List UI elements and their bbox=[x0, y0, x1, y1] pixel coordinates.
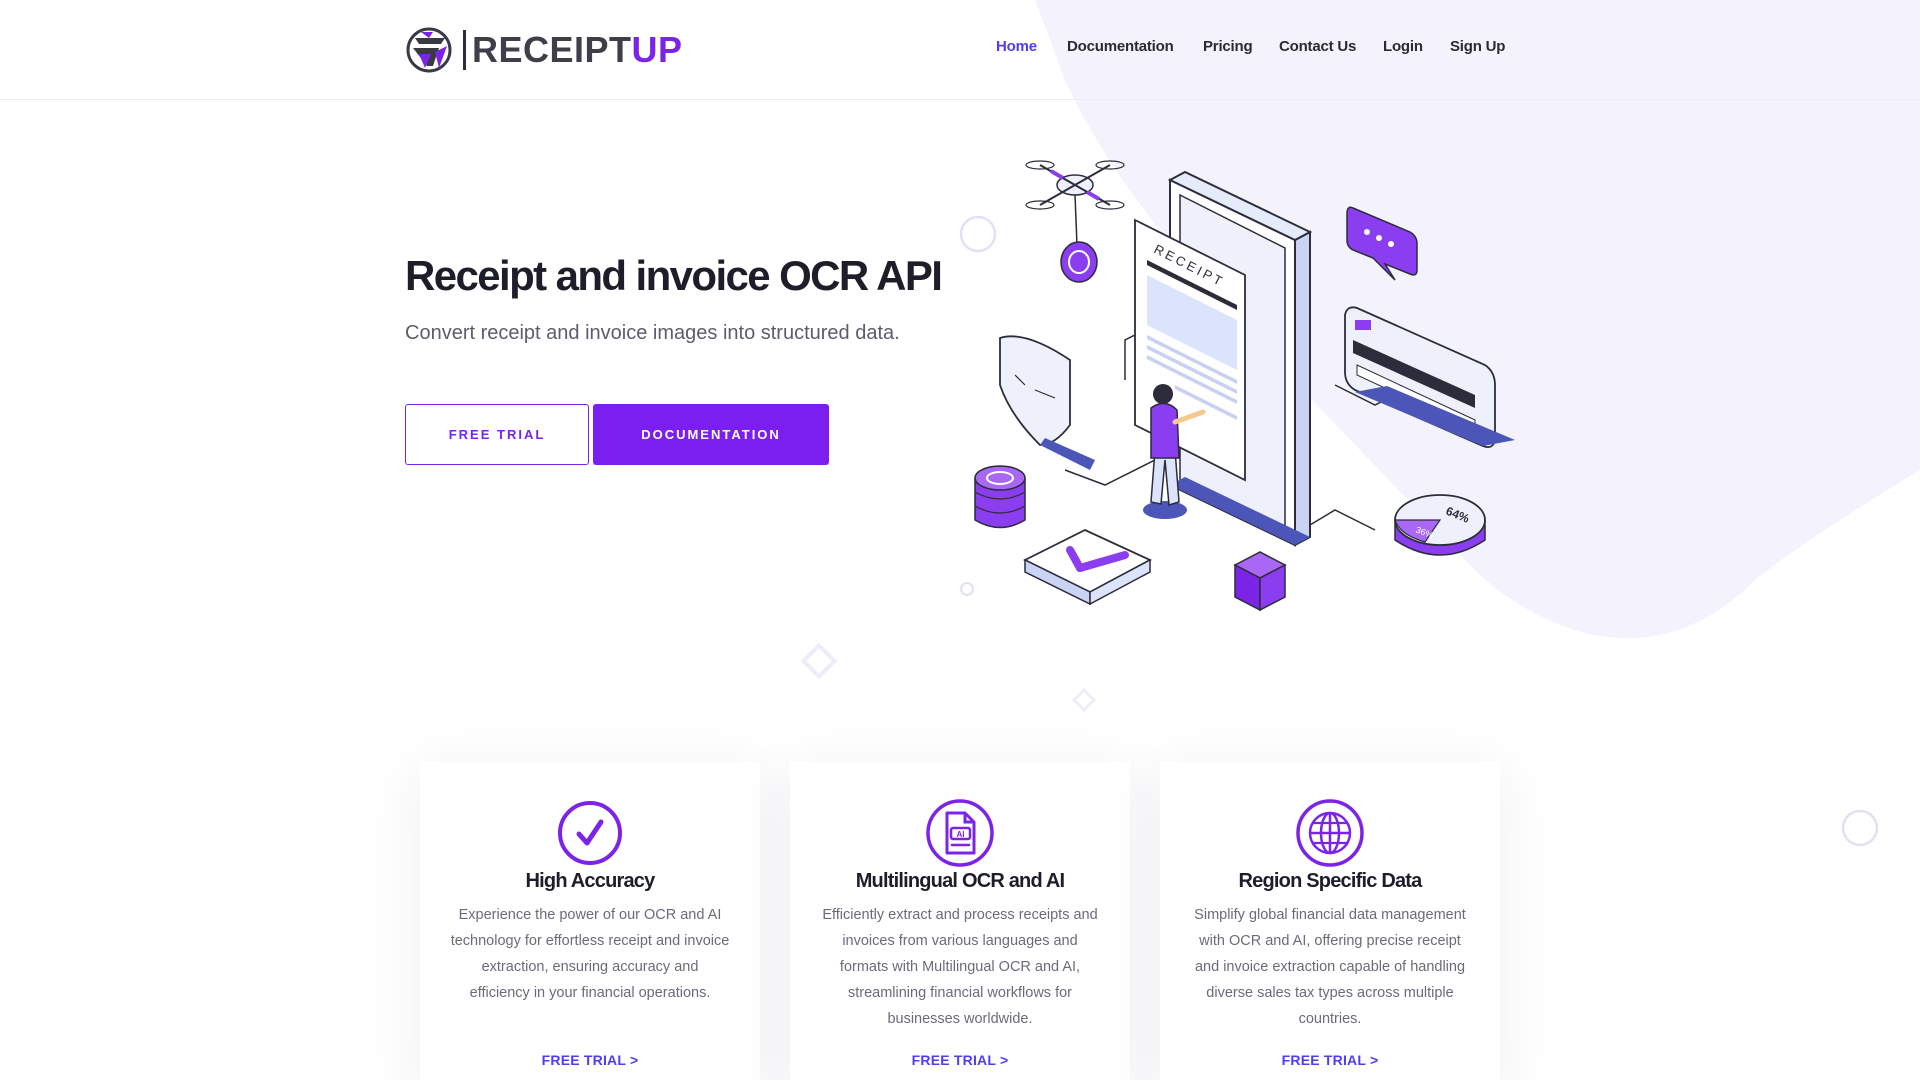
feature-title: Region Specific Data bbox=[1238, 870, 1423, 892]
nav-login[interactable]: Login bbox=[1383, 38, 1423, 55]
site-header: RECEIPTUP Home Documentation Pricing Con… bbox=[0, 0, 1920, 100]
chat-bubble bbox=[1346, 206, 1418, 281]
nav-pricing[interactable]: Pricing bbox=[1203, 38, 1253, 55]
decorative-diamond-small bbox=[1071, 687, 1097, 713]
feature-free-trial-link[interactable]: FREE TRIAL > bbox=[790, 1052, 1130, 1068]
shield-shape bbox=[999, 335, 1095, 470]
checkmark-circle-icon bbox=[558, 801, 622, 865]
drone bbox=[1025, 160, 1125, 283]
feature-free-trial-link[interactable]: FREE TRIAL > bbox=[1160, 1052, 1500, 1068]
purple-cube bbox=[1233, 551, 1287, 612]
hero-illustration: RECEIPT 64% 36% bbox=[974, 160, 1515, 612]
feature-card-multilingual: AI Multilingual OCR and AI Efficiently e… bbox=[790, 762, 1130, 1080]
feature-description: Efficiently extract and process receipts… bbox=[822, 907, 1098, 1027]
main-navigation: Home Documentation Pricing Contact Us Lo… bbox=[0, 38, 1920, 62]
free-trial-button[interactable]: FREE TRIAL bbox=[405, 404, 589, 465]
ai-document-icon: AI bbox=[926, 799, 994, 867]
nav-contact-us[interactable]: Contact Us bbox=[1279, 38, 1356, 55]
pie-chart-graphic: 64% 36% bbox=[1394, 494, 1486, 556]
feature-description: Simplify global financial data managemen… bbox=[1194, 907, 1466, 1027]
checkmark-box bbox=[1022, 529, 1153, 606]
credit-card bbox=[1344, 306, 1515, 449]
nav-documentation[interactable]: Documentation bbox=[1067, 38, 1174, 55]
feature-card-high-accuracy: High Accuracy Experience the power of ou… bbox=[420, 762, 760, 1080]
hero-title: Receipt and invoice OCR API bbox=[405, 252, 943, 299]
hero-subtitle: Convert receipt and invoice images into … bbox=[405, 322, 900, 344]
feature-description: Experience the power of our OCR and AI t… bbox=[450, 907, 730, 1001]
coin-stack bbox=[974, 465, 1026, 529]
nav-home[interactable]: Home bbox=[996, 38, 1037, 55]
feature-title: High Accuracy bbox=[525, 870, 656, 892]
svg-text:AI: AI bbox=[957, 830, 965, 839]
decorative-diamond bbox=[800, 642, 838, 680]
feature-title: Multilingual OCR and AI bbox=[855, 870, 1065, 892]
decorative-circle-right bbox=[1841, 809, 1879, 847]
feature-free-trial-link[interactable]: FREE TRIAL > bbox=[420, 1052, 760, 1068]
feature-card-region-data: Region Specific Data Simplify global fin… bbox=[1160, 762, 1500, 1080]
documentation-button[interactable]: DOCUMENTATION bbox=[593, 404, 829, 465]
nav-sign-up[interactable]: Sign Up bbox=[1450, 38, 1505, 55]
globe-icon bbox=[1296, 799, 1364, 867]
